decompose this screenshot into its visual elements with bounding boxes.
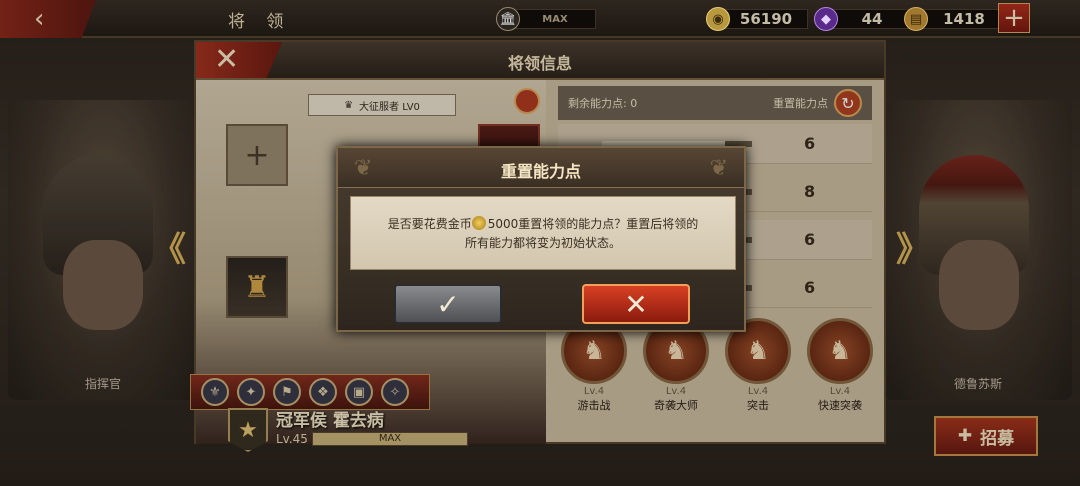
dialog-line-1-prefix: 是否要花费金币 [387, 217, 472, 231]
dialog-line-2: 所有能力都将变为初始状态。 [464, 236, 621, 250]
treasury-icon: 🏛 [496, 7, 520, 31]
dialog-line-1: 是否要花费金币 5000重置将领的能力点？重置后将领的 [351, 215, 735, 234]
check-icon: ✓ [436, 287, 460, 321]
dialog-message: 是否要花费金币 5000重置将领的能力点？重置后将领的 所有能力都将变为初始状态。 [350, 196, 736, 270]
supply-icon: ▤ [904, 7, 928, 31]
dialog-line-1-suffix: 5000重置将领的能力点？重置后将领的 [487, 217, 699, 231]
coin-icon: ◉ [706, 7, 730, 31]
laurel-right-icon: ❦ [709, 156, 728, 181]
dialog-title: 重置能力点 [500, 162, 581, 181]
coin-icon [471, 216, 486, 230]
close-icon: ✕ [624, 287, 648, 321]
confirm-button[interactable]: ✓ [394, 284, 502, 324]
reset-confirm-dialog: ❦ 重置能力点 ❦ 是否要花费金币 5000重置将领的能力点？重置后将领的 所有能… [336, 146, 746, 332]
cancel-button[interactable]: ✕ [582, 284, 690, 324]
gem-icon: ◆ [814, 7, 838, 31]
dialog-header: ❦ 重置能力点 ❦ [338, 148, 744, 188]
